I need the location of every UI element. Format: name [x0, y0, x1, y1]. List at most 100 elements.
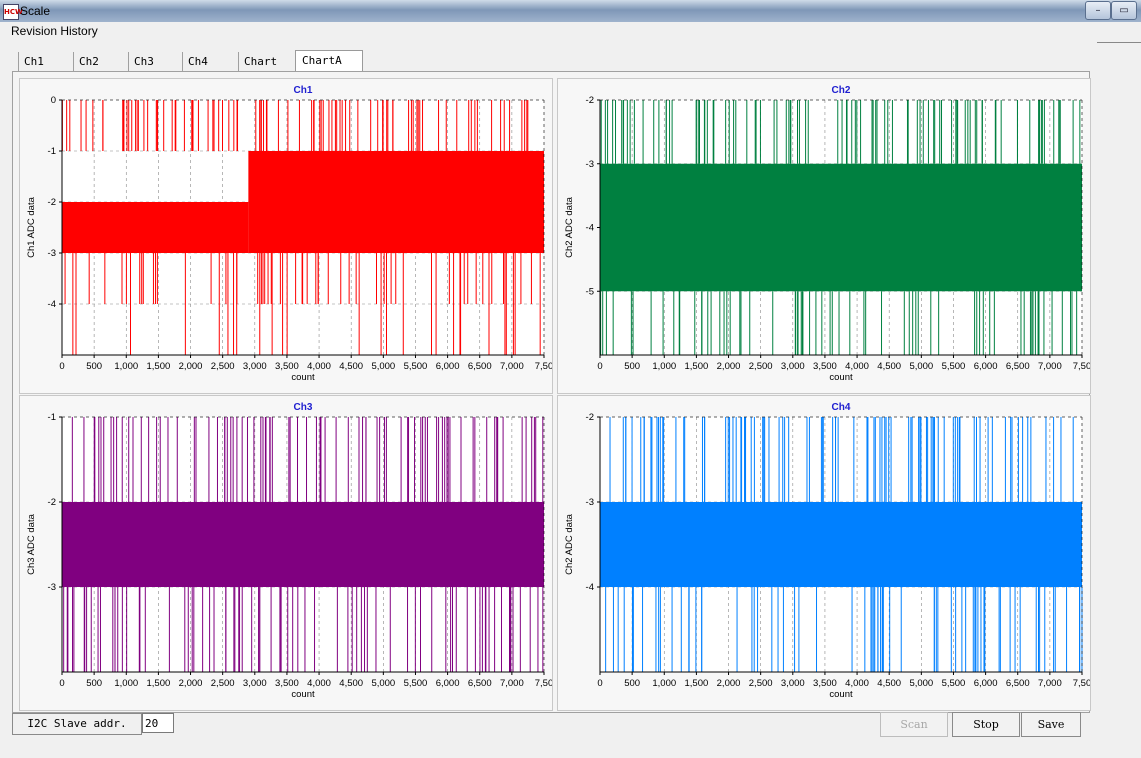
- tab-label: Chart: [244, 55, 278, 68]
- x-tick-label: 3,500: [813, 361, 837, 372]
- scan-button[interactable]: Scan: [880, 712, 948, 737]
- x-tick-label: 3,000: [243, 361, 267, 372]
- y-tick-label: -4: [586, 223, 594, 234]
- y-tick-label: -4: [48, 299, 56, 310]
- x-tick-label: 7,000: [1038, 678, 1062, 689]
- x-tick-label: 4,000: [845, 678, 869, 689]
- tab-ch1[interactable]: Ch1: [18, 52, 74, 72]
- chart-ch4: Ch4 -2 -3 -4 0 500 1,000 1,500 2,000 2,500 3,000 3,…: [557, 395, 1091, 711]
- chart-title: Ch3: [294, 402, 313, 413]
- tab-label: Ch3: [134, 55, 154, 68]
- stop-button[interactable]: Stop: [952, 712, 1020, 737]
- x-tick-label: 6,500: [1006, 678, 1030, 689]
- x-tick-label: 500: [86, 361, 102, 372]
- x-tick-label: 5,500: [404, 678, 428, 689]
- title-bar: HCW Scale – ▭: [0, 0, 1141, 22]
- chart-title: Ch2: [832, 85, 851, 96]
- tab-ch4[interactable]: Ch4: [182, 52, 237, 72]
- maximize-icon[interactable]: ▭: [1111, 1, 1137, 20]
- tab-label: Ch4: [188, 55, 208, 68]
- x-tick-label: 7,000: [500, 361, 524, 372]
- y-tick-label: -3: [48, 582, 56, 593]
- data-band: [62, 502, 544, 587]
- x-tick-label: 5,500: [404, 361, 428, 372]
- x-tick-label: 3,500: [275, 678, 299, 689]
- chart-title: Ch1: [294, 85, 313, 96]
- x-tick-label: 6,000: [436, 361, 460, 372]
- x-tick-label: 1,500: [147, 678, 171, 689]
- x-tick-label: 4,500: [339, 678, 363, 689]
- y-tick-label: -1: [48, 146, 56, 157]
- x-axis-label: count: [291, 372, 315, 383]
- slave-addr-input[interactable]: [142, 713, 174, 733]
- save-button[interactable]: Save: [1021, 712, 1081, 737]
- menu-revision-history[interactable]: Revision History: [11, 24, 98, 38]
- x-tick-label: 6,000: [974, 678, 998, 689]
- x-tick-label: 5,000: [371, 361, 395, 372]
- x-tick-label: 0: [597, 361, 602, 372]
- menu-bar: Revision History: [0, 22, 1141, 40]
- x-tick-label: 3,500: [275, 361, 299, 372]
- x-tick-label: 5,000: [909, 678, 933, 689]
- x-tick-label: 7,50: [535, 361, 552, 372]
- x-tick-label: 1,500: [685, 678, 709, 689]
- y-tick-label: -3: [586, 497, 594, 508]
- x-tick-label: 4,000: [307, 678, 331, 689]
- x-tick-label: 3,000: [781, 361, 805, 372]
- tab-ch2[interactable]: Ch2: [73, 52, 127, 72]
- x-tick-label: 1,500: [147, 361, 171, 372]
- x-tick-label: 0: [597, 678, 602, 689]
- tab-ch3[interactable]: Ch3: [128, 52, 181, 72]
- x-tick-label: 6,000: [436, 678, 460, 689]
- tab-label: ChartA: [302, 54, 342, 67]
- y-tick-label: -2: [48, 197, 56, 208]
- x-tick-label: 7,000: [500, 678, 524, 689]
- divider: [1097, 42, 1141, 43]
- x-tick-label: 1,000: [114, 678, 138, 689]
- x-tick-label: 4,500: [339, 361, 363, 372]
- x-axis-label: count: [291, 689, 315, 700]
- tab-charta[interactable]: ChartA: [295, 50, 363, 72]
- y-tick-label: -3: [48, 248, 56, 259]
- x-tick-label: 1,000: [652, 678, 676, 689]
- x-tick-label: 4,500: [877, 678, 901, 689]
- x-tick-label: 7,50: [535, 678, 552, 689]
- x-tick-label: 1,000: [652, 361, 676, 372]
- tab-chart[interactable]: Chart: [238, 52, 294, 72]
- x-tick-label: 4,000: [845, 361, 869, 372]
- x-tick-label: 2,500: [749, 361, 773, 372]
- x-tick-label: 1,000: [114, 361, 138, 372]
- x-tick-label: 4,000: [307, 361, 331, 372]
- slave-addr-label: I2C Slave addr.: [12, 713, 142, 735]
- x-tick-label: 5,000: [371, 678, 395, 689]
- y-tick-label: -1: [48, 412, 56, 423]
- minimize-icon[interactable]: –: [1085, 1, 1111, 20]
- y-tick-label: -3: [586, 159, 594, 170]
- x-tick-label: 5,500: [942, 361, 966, 372]
- x-axis-label: count: [829, 372, 853, 383]
- y-tick-label: -2: [48, 497, 56, 508]
- data-band: [600, 502, 1082, 587]
- y-tick-label: -2: [586, 412, 594, 423]
- x-tick-label: 2,500: [749, 678, 773, 689]
- data-band: [248, 151, 544, 253]
- chart-title: Ch4: [832, 402, 851, 413]
- x-axis-label: count: [829, 689, 853, 700]
- x-tick-label: 6,500: [1006, 361, 1030, 372]
- y-axis-label: Ch3 ADC data: [26, 513, 37, 574]
- data-band: [600, 163, 1082, 228]
- y-axis-label: Ch2 ADC data: [564, 513, 575, 574]
- x-tick-label: 2,000: [717, 678, 741, 689]
- x-tick-label: 1,500: [685, 361, 709, 372]
- window-title: Scale: [20, 4, 51, 18]
- chart-ch2-svg: Ch2 -2 -3 -4 -5 0 500 1,000 1,500 2,000 2,500 3,000…: [564, 85, 1090, 383]
- x-tick-label: 4,500: [877, 361, 901, 372]
- chart-ch2: Ch2 -2 -3 -4 -5 0 500 1,000 1,500 2,000 2,500 3,000…: [557, 78, 1091, 394]
- chart-ch1: Ch1 0 -1 -2 -3 -4 0 500 1,000 1,500 2,000 2,500 3,00…: [19, 78, 553, 394]
- x-tick-label: 7,50: [1073, 361, 1090, 372]
- tab-label: Ch1: [24, 55, 44, 68]
- chart-panel: Ch1 0 -1 -2 -3 -4 0 500 1,000 1,500 2,000 2,500 3,00…: [12, 71, 1091, 713]
- x-tick-label: 3,500: [813, 678, 837, 689]
- y-tick-label: -4: [586, 582, 594, 593]
- y-tick-label: -2: [586, 95, 594, 106]
